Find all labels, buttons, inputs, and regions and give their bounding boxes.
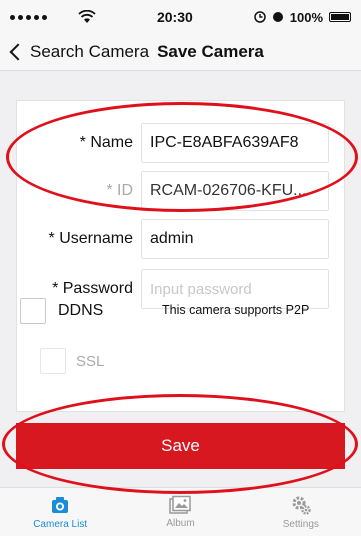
- ddns-label: DDNS: [58, 302, 104, 319]
- signal-icon: [10, 10, 96, 24]
- back-label: Search Camera: [30, 42, 150, 61]
- p2p-note: This camera supports P2P: [162, 303, 310, 317]
- username-row: * Username admin: [17, 217, 346, 261]
- alarm-icon: [254, 11, 266, 23]
- name-label: * Name: [79, 134, 133, 151]
- id-row: * ID RCAM-026706-KFU...: [17, 169, 346, 213]
- tab-label: Settings: [282, 519, 319, 530]
- password-label: * Password: [52, 280, 133, 297]
- id-field: RCAM-026706-KFU...: [141, 171, 329, 211]
- page-title: Save Camera: [157, 42, 264, 61]
- id-value: RCAM-026706-KFU...: [150, 182, 307, 199]
- username-field[interactable]: admin: [141, 219, 329, 259]
- album-icon: [169, 495, 192, 514]
- ssl-checkbox[interactable]: [40, 348, 66, 374]
- password-input[interactable]: [150, 280, 320, 298]
- tab-settings[interactable]: Settings: [241, 488, 361, 536]
- camera-icon: [52, 497, 69, 513]
- ddns-row: DDNS: [20, 298, 103, 324]
- nav-bar: Search Camera Save Camera: [0, 34, 361, 71]
- id-label: * ID: [106, 182, 133, 199]
- ddns-checkbox[interactable]: [20, 298, 46, 324]
- gear-icon: [292, 496, 311, 515]
- tab-label: Camera List: [33, 519, 88, 530]
- status-bar: 20:30 100%: [0, 0, 361, 34]
- username-label: * Username: [48, 230, 133, 247]
- username-value: admin: [150, 230, 194, 247]
- ssl-label: SSL: [76, 352, 105, 370]
- wifi-icon: [78, 10, 96, 23]
- name-row: * Name IPC-E8ABFA639AF8: [17, 121, 346, 165]
- save-button[interactable]: Save: [16, 423, 345, 469]
- tab-album[interactable]: Album: [120, 488, 240, 536]
- back-button[interactable]: Search Camera: [0, 42, 149, 62]
- tab-bar: Camera List Album Settings: [0, 487, 361, 536]
- tab-label: Album: [166, 518, 195, 529]
- tab-camera-list[interactable]: Camera List: [0, 488, 120, 536]
- chevron-left-icon: [9, 43, 27, 61]
- battery-icon: [329, 12, 351, 22]
- battery-percent: 100%: [289, 9, 323, 25]
- name-value: IPC-E8ABFA639AF8: [150, 134, 299, 151]
- orientation-lock-icon: [272, 12, 283, 22]
- status-time: 20:30: [156, 9, 193, 25]
- ssl-row: SSL: [40, 348, 104, 374]
- name-field[interactable]: IPC-E8ABFA639AF8: [141, 123, 329, 163]
